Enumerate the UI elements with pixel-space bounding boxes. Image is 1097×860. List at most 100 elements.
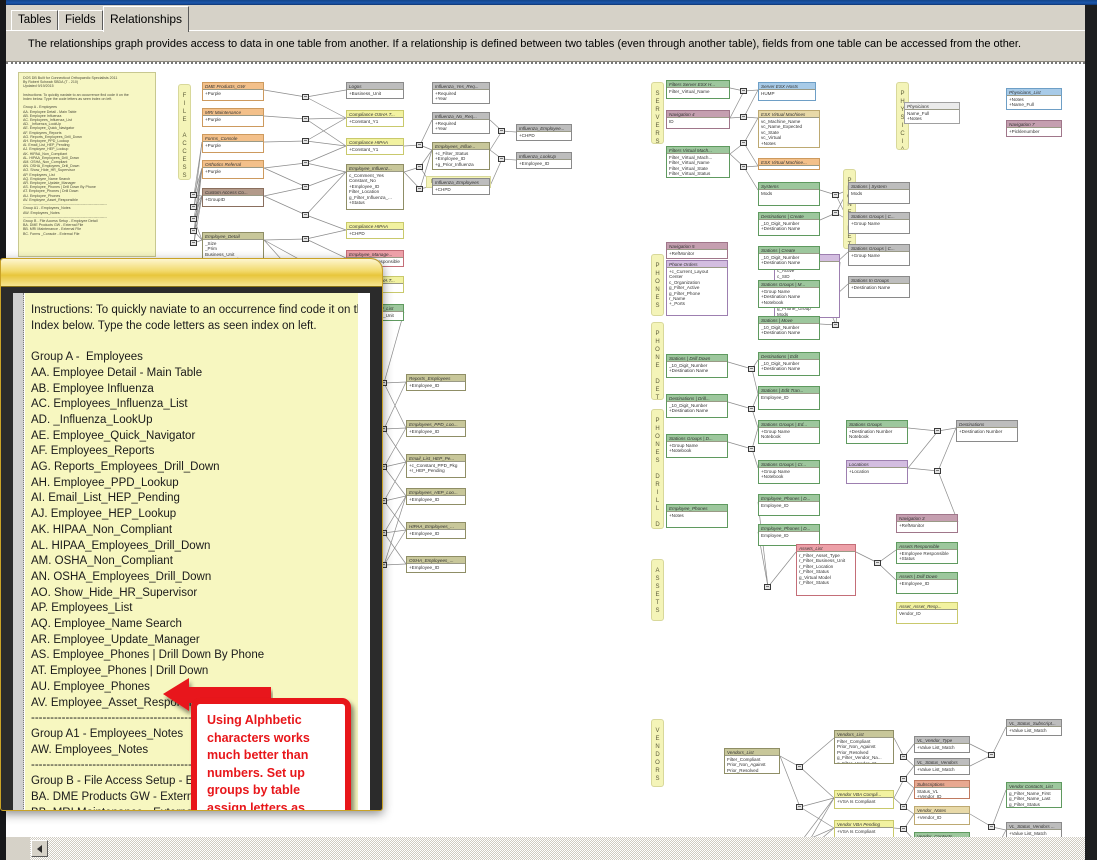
graph-table-node[interactable]: SubscriptionsStatus_VL+Vendor_ID bbox=[914, 780, 970, 799]
relationship-operator-box[interactable] bbox=[740, 114, 747, 120]
relationship-operator-box[interactable] bbox=[302, 212, 309, 218]
relationship-operator-box[interactable] bbox=[190, 216, 197, 222]
graph-table-node[interactable]: Locations+Location bbox=[846, 460, 908, 484]
snagit-capture-overlay[interactable]: Instructions: To quickly naviate to an o… bbox=[0, 258, 383, 811]
scrollbar-track[interactable] bbox=[30, 837, 1085, 860]
relationship-operator-box[interactable] bbox=[934, 428, 941, 434]
graph-table-node[interactable]: Stations Groups | M...+Group Name+Destin… bbox=[758, 280, 820, 308]
relationship-operator-box[interactable] bbox=[832, 192, 839, 198]
capture-preview-area[interactable]: Instructions: To quickly naviate to an o… bbox=[13, 293, 370, 811]
graph-table-node[interactable]: Stations | Create_10_Digit_Number+Destin… bbox=[758, 246, 820, 270]
graph-table-node[interactable]: Influenza_Employee...+CHPD bbox=[516, 124, 572, 141]
graph-table-node[interactable]: Destinations+Destination Number bbox=[956, 420, 1018, 442]
graph-table-node[interactable]: Employees_PPD_Loo...+Employee_ID bbox=[406, 420, 466, 437]
graph-table-node[interactable]: Stations | Edit Tran...Employee_ID bbox=[758, 386, 820, 410]
relationship-operator-box[interactable] bbox=[900, 754, 907, 760]
graph-table-node[interactable]: ESX Virtual Machine... bbox=[758, 158, 820, 170]
graph-table-node[interactable]: Influenza_No_Req...+Required+Year bbox=[432, 112, 490, 134]
graph-table-node[interactable]: Assets | Drill Down+Employee_ID bbox=[896, 572, 958, 594]
graph-table-node[interactable]: VL_Vendor_Type+Value List_Match bbox=[914, 736, 970, 753]
relationship-operator-box[interactable] bbox=[900, 804, 907, 810]
graph-table-node[interactable]: Vendor_Notes+Vendor_ID bbox=[914, 806, 970, 825]
relationship-operator-box[interactable] bbox=[796, 764, 803, 770]
relationship-operator-box[interactable] bbox=[302, 184, 309, 190]
graph-table-node[interactable]: Stations | Move_10_Digit_Number+Destinat… bbox=[758, 316, 820, 340]
graph-table-node[interactable]: Vendor VBA Compli...+VSA Is Compliant bbox=[834, 790, 894, 809]
scroll-left-arrow-button[interactable] bbox=[31, 840, 48, 857]
preview-scroll-gutter[interactable] bbox=[13, 293, 24, 811]
relationship-operator-box[interactable] bbox=[748, 366, 755, 372]
graph-table-node[interactable]: VL_Status_Vendors+Value List_Match bbox=[914, 758, 970, 775]
graph-table-node[interactable]: Stations Groups | Ed...+Group NameNotebo… bbox=[758, 420, 820, 444]
graph-table-node[interactable]: Phone Orders+c_Current_LayoutCenterc_Org… bbox=[666, 260, 728, 316]
tab-fields[interactable]: Fields bbox=[58, 10, 103, 31]
graph-table-node[interactable]: Physicians_List+Notes+Name_Full bbox=[1006, 88, 1062, 110]
graph-table-node[interactable]: Filters Server ESX H...Filter_Virtual_Na… bbox=[666, 80, 730, 99]
relationship-operator-box[interactable] bbox=[988, 824, 995, 830]
graph-table-node[interactable]: Destinations | Edit_10_Digit_Number+Dest… bbox=[758, 352, 820, 376]
graph-table-node[interactable]: Vendor Contacts_Listg_Filter_Name_Firstg… bbox=[1006, 782, 1062, 808]
graph-table-node[interactable]: Navigation 4ID bbox=[666, 110, 730, 129]
graph-table-node[interactable]: Assets_Listr_Filter_Asset_Typer_Filter_B… bbox=[796, 544, 856, 596]
graph-table-node[interactable]: Stations Groups | C...+Group Name bbox=[848, 244, 910, 266]
graph-table-node[interactable]: Stations Groups | Cr...+Group Name+Noteb… bbox=[758, 460, 820, 484]
graph-table-node[interactable]: Employee_Phones | D...Employee_ID bbox=[758, 494, 820, 516]
relationship-operator-box[interactable] bbox=[190, 204, 197, 210]
graph-table-node[interactable]: Destinations | Create_10_Digit_Number+De… bbox=[758, 212, 820, 236]
relationship-operator-box[interactable] bbox=[416, 186, 423, 192]
tab-relationships[interactable]: Relationships bbox=[103, 6, 189, 32]
relationship-operator-box[interactable] bbox=[190, 192, 197, 198]
relationship-operator-box[interactable] bbox=[190, 228, 197, 234]
graph-table-node[interactable]: Employee_Phones+Notes bbox=[666, 504, 728, 528]
graph-table-node[interactable]: MRI Maintenance+Purple bbox=[202, 108, 264, 127]
graph-table-node[interactable]: Server ESX HostsHUMP bbox=[758, 82, 816, 101]
graph-table-node[interactable]: Vendors_ListFilter_CompliantPrior_Non_Ag… bbox=[724, 748, 780, 774]
graph-table-node[interactable]: Logos+Business_Unit bbox=[346, 82, 404, 99]
graph-table-node[interactable]: Stations In Groups+Destination Name bbox=[848, 276, 910, 298]
graph-table-node[interactable]: Custom Access Co...+GroupID bbox=[202, 188, 264, 207]
graph-table-node[interactable]: Employees_Influe...+c_Filter_Status+Empl… bbox=[432, 142, 490, 170]
graph-table-node[interactable]: HIPAA_Employees_...+Employee_ID bbox=[406, 522, 466, 539]
relationship-operator-box[interactable] bbox=[740, 140, 747, 146]
relationship-operator-box[interactable] bbox=[900, 776, 907, 782]
relationship-operator-box[interactable] bbox=[988, 752, 995, 758]
graph-table-node[interactable]: Reports_Employees+Employee_ID bbox=[406, 374, 466, 391]
graph-table-node[interactable]: SystemsMods bbox=[758, 182, 820, 206]
relationship-operator-box[interactable] bbox=[302, 236, 309, 242]
relationship-operator-box[interactable] bbox=[748, 406, 755, 412]
graph-table-node[interactable]: ESX Virtual Machinesvc_Machine_Namevc_Na… bbox=[758, 110, 820, 148]
relationship-operator-box[interactable] bbox=[416, 142, 423, 148]
graph-table-node[interactable]: Influenza_Yes_Req...+Required+Year bbox=[432, 82, 490, 104]
graph-table-node[interactable]: Stations Groups+Destination NumberNotebo… bbox=[846, 420, 908, 444]
relationship-operator-box[interactable] bbox=[832, 210, 839, 216]
graph-table-node[interactable]: Influenza_Employees+CHPD bbox=[432, 178, 490, 195]
graph-table-node[interactable]: Stations Groups | D...+Group Name+Notebo… bbox=[666, 434, 728, 458]
graph-table-node[interactable]: Stations | SystemMods bbox=[848, 182, 910, 204]
relationship-operator-box[interactable] bbox=[302, 138, 309, 144]
graph-table-node[interactable]: Asset_Asset_Resp...Vendor_ID bbox=[896, 602, 958, 624]
relationship-operator-box[interactable] bbox=[498, 128, 505, 134]
relationship-operator-box[interactable] bbox=[302, 94, 309, 100]
relationship-operator-box[interactable] bbox=[748, 446, 755, 452]
graph-table-node[interactable]: Navigation 7+Picklenumber bbox=[1006, 120, 1062, 137]
graph-table-node[interactable]: Filters Virtual Mach...Filter_Virtual_Ma… bbox=[666, 146, 730, 178]
graph-table-node[interactable]: Destinations | Drill..._10_Digit_Number+… bbox=[666, 394, 728, 418]
relationship-operator-box[interactable] bbox=[190, 240, 197, 246]
graph-table-node[interactable]: Influenza_LookUp+Employee_ID bbox=[516, 152, 572, 169]
graph-table-node[interactable]: Stations | Drill Down_10_Digit_Number+De… bbox=[666, 354, 728, 378]
graph-table-node[interactable]: Navigation 5+RefMonitor bbox=[666, 242, 728, 259]
graph-table-node[interactable]: VL_Status_Vendors ...+Value List_Match bbox=[1006, 822, 1062, 837]
relationship-operator-box[interactable] bbox=[764, 584, 771, 590]
tab-tables[interactable]: Tables bbox=[11, 10, 58, 31]
graph-table-node[interactable]: Employee_Phones | D...Employee_ID bbox=[758, 524, 820, 546]
relationship-operator-box[interactable] bbox=[740, 164, 747, 170]
graph-table-node[interactable]: Vendors_ListFilter_CompliantPrior_Non_Ag… bbox=[834, 730, 894, 764]
relationship-operator-box[interactable] bbox=[416, 164, 423, 170]
graph-table-node[interactable]: Assets Responsible+Employee Responsible+… bbox=[896, 542, 958, 564]
graph-table-node[interactable]: VL_Status_Subscript...+Value List_Match bbox=[1006, 719, 1062, 736]
relationship-operator-box[interactable] bbox=[832, 322, 839, 328]
relationship-operator-box[interactable] bbox=[302, 160, 309, 166]
snagit-overlay-header[interactable] bbox=[1, 259, 383, 287]
graph-table-node[interactable]: Vendor VBA Pending+VSA Is Compliant bbox=[834, 820, 894, 837]
relationship-operator-box[interactable] bbox=[740, 88, 747, 94]
